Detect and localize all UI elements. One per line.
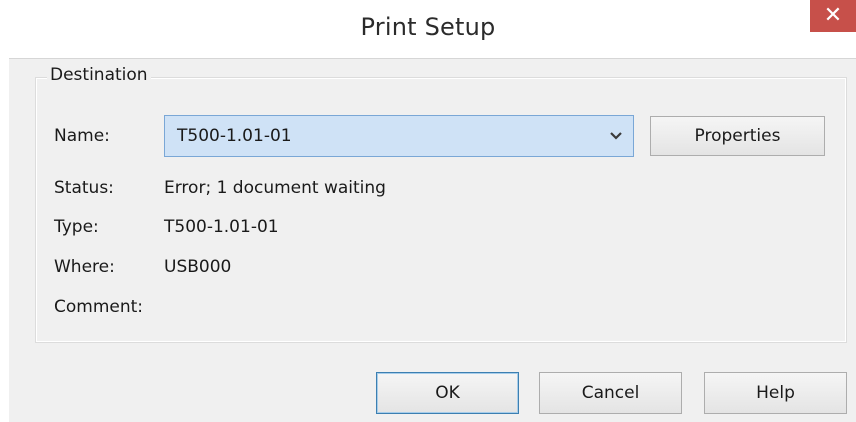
help-button[interactable]: Help [704, 372, 847, 414]
printer-name-dropdown[interactable]: T500-1.01-01 [164, 115, 634, 157]
close-button[interactable]: ✕ [810, 0, 856, 32]
destination-group-label: Destination [47, 65, 151, 85]
title-bar: Print Setup [0, 0, 856, 66]
ok-button[interactable]: OK [376, 372, 519, 414]
where-label: Where: [54, 257, 115, 277]
cancel-button[interactable]: Cancel [539, 372, 682, 414]
name-label: Name: [54, 126, 110, 146]
type-value: T500-1.01-01 [164, 217, 279, 237]
chevron-down-icon[interactable] [599, 116, 633, 156]
dialog-title: Print Setup [360, 13, 496, 41]
comment-label: Comment: [54, 297, 144, 317]
properties-button[interactable]: Properties [650, 116, 825, 156]
status-label: Status: [54, 178, 114, 198]
status-value: Error; 1 document waiting [164, 178, 386, 198]
where-value: USB000 [164, 257, 232, 277]
close-icon: ✕ [823, 3, 843, 28]
printer-name-value: T500-1.01-01 [177, 126, 292, 146]
dialog-body: Destination Name: T500-1.01-01 Propertie… [9, 58, 856, 422]
type-label: Type: [54, 217, 99, 237]
